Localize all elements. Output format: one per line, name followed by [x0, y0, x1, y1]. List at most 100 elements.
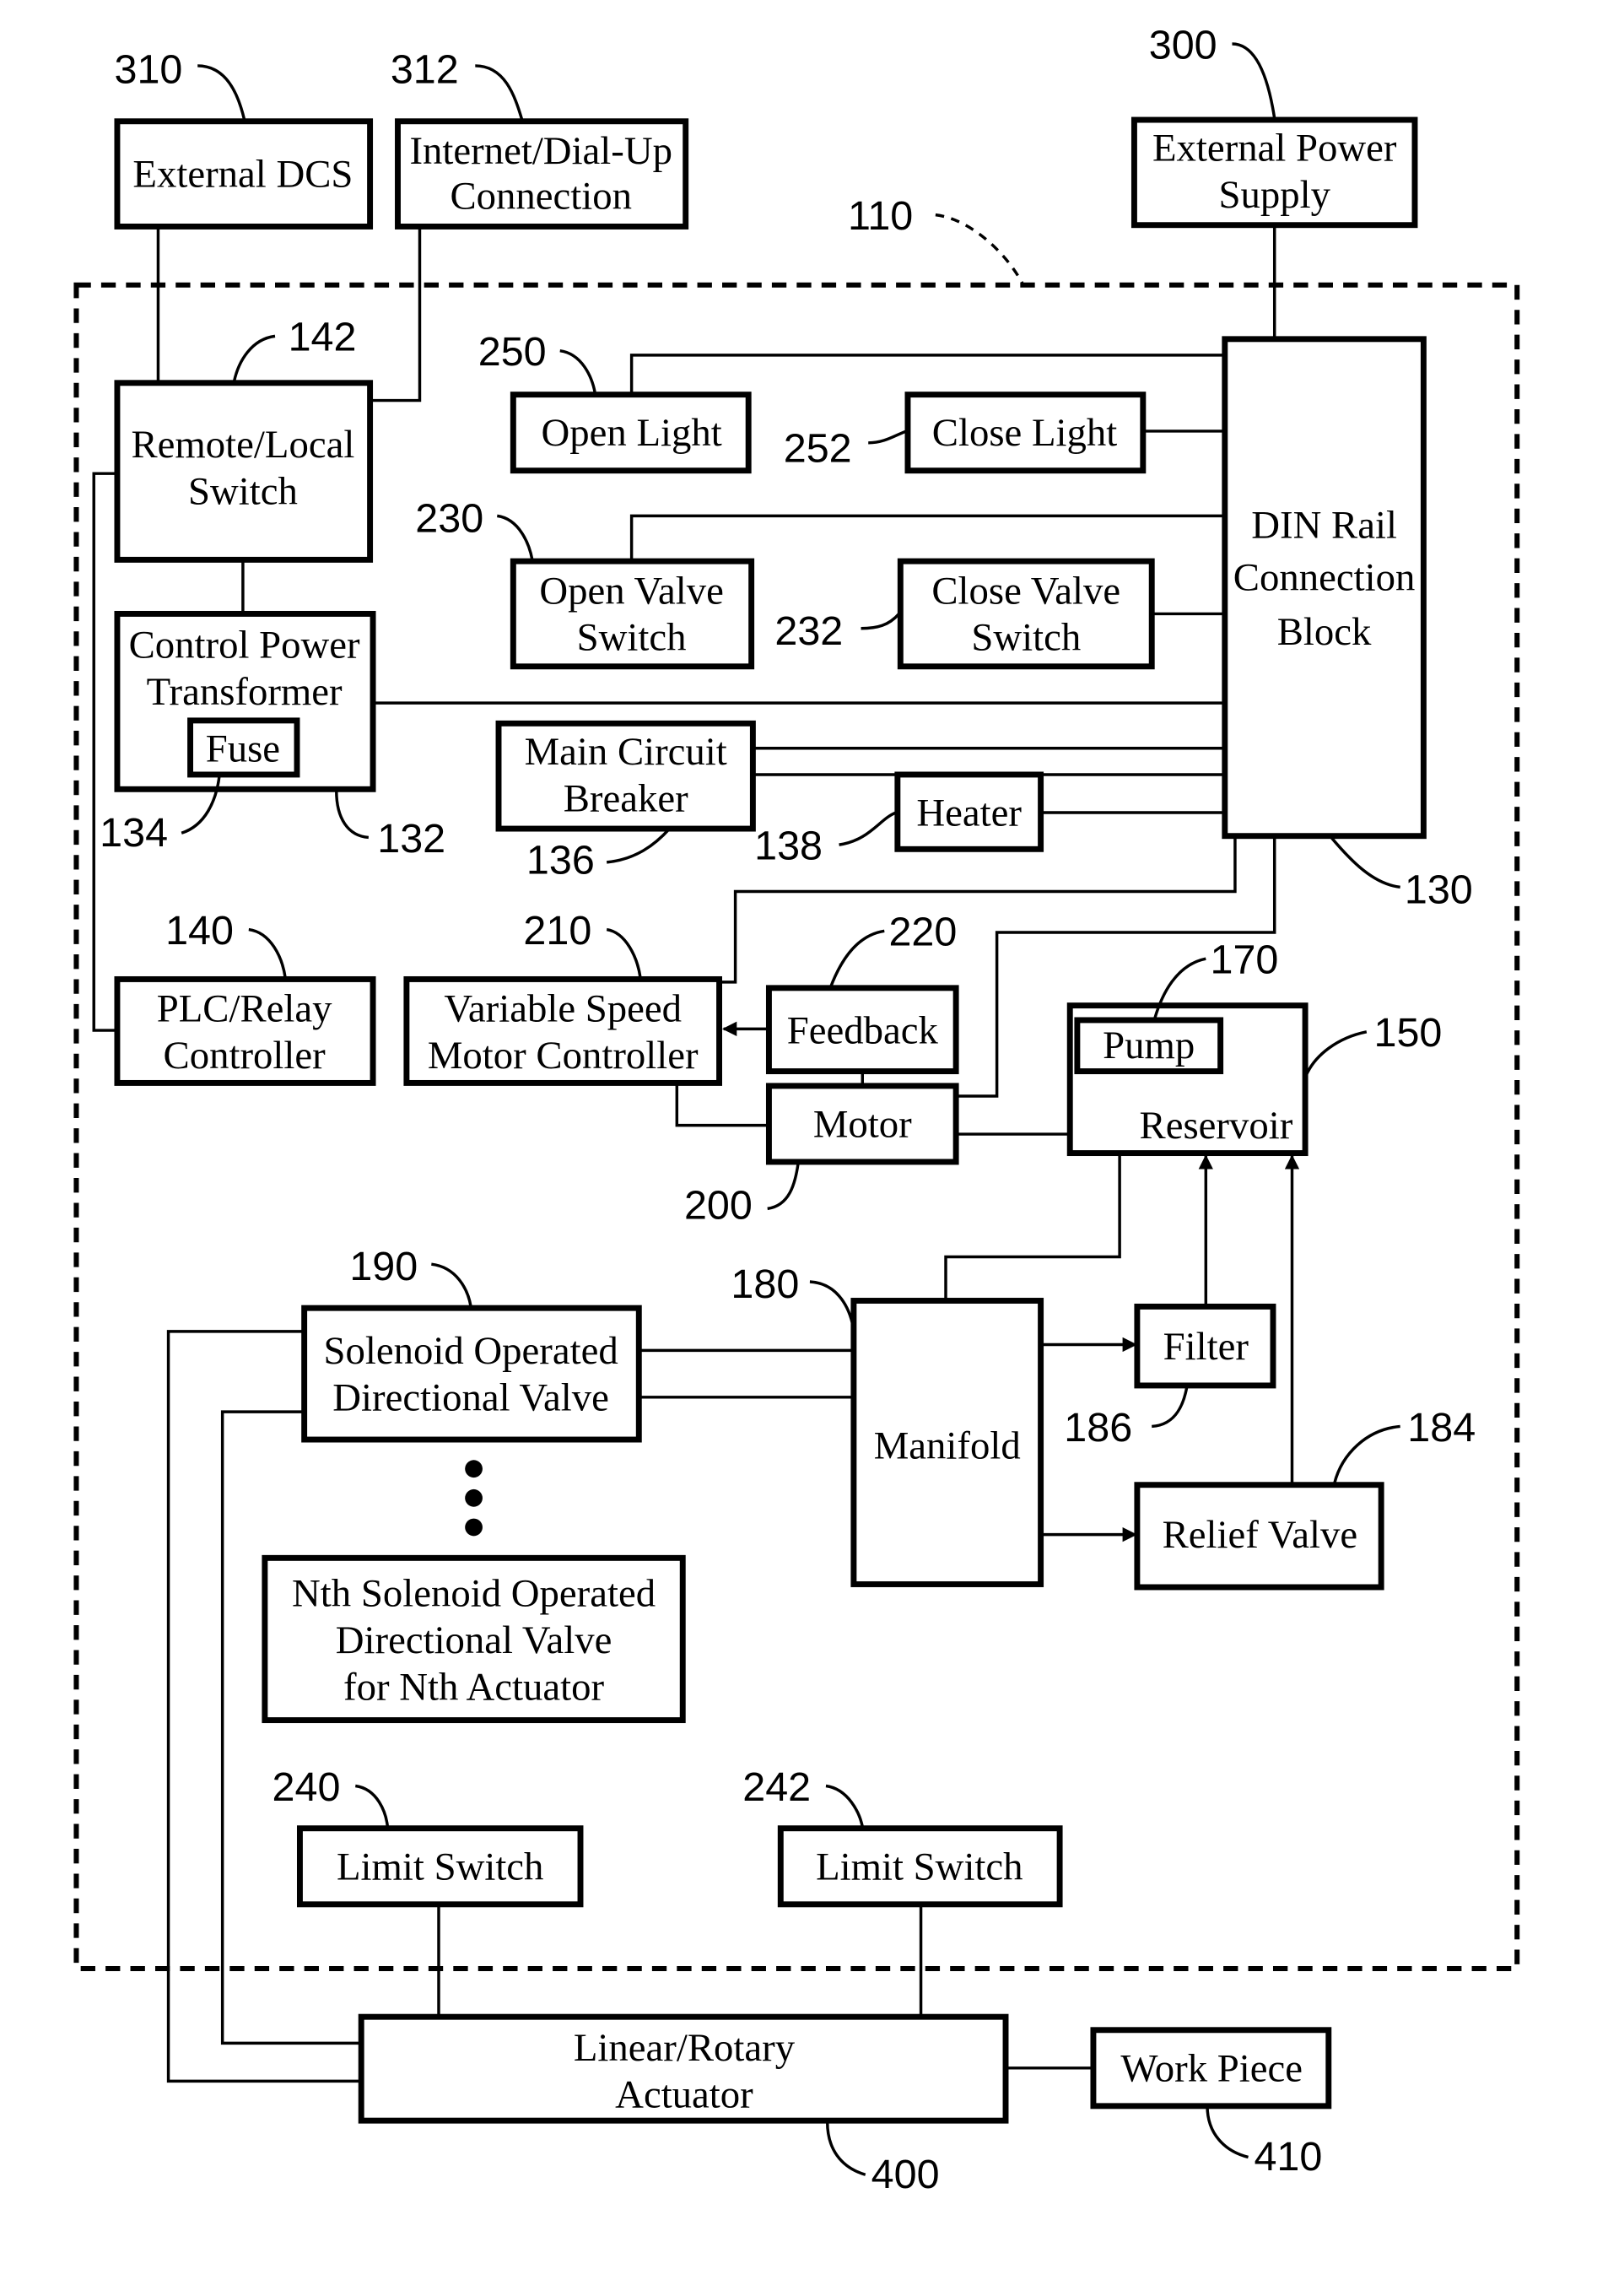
- svg-text:Nth Solenoid Operated: Nth Solenoid Operated: [292, 1571, 656, 1615]
- svg-text:Transformer: Transformer: [147, 670, 343, 714]
- svg-text:150: 150: [1373, 1010, 1442, 1056]
- block-heater: Heater: [894, 771, 1044, 852]
- block-din-rail-connection-block: DIN Rail Connection Block: [1222, 336, 1427, 840]
- system-block-diagram: 110 External DCS Internet/Dial-Up Connec…: [73, 22, 1520, 2197]
- svg-text:310: 310: [114, 47, 182, 93]
- svg-text:138: 138: [754, 823, 823, 868]
- svg-text:Pump: Pump: [1103, 1024, 1195, 1067]
- svg-text:Switch: Switch: [188, 470, 298, 514]
- block-external-dcs: External DCS: [114, 118, 374, 230]
- svg-text:130: 130: [1405, 867, 1473, 912]
- svg-text:Solenoid Operated: Solenoid Operated: [323, 1329, 618, 1373]
- svg-text:Switch: Switch: [577, 616, 687, 660]
- block-solenoid-operated-directional-valve: Solenoid Operated Directional Valve: [301, 1305, 642, 1443]
- svg-text:134: 134: [100, 810, 168, 856]
- svg-text:Supply: Supply: [1218, 173, 1330, 217]
- block-filter: Filter: [1134, 1303, 1276, 1389]
- svg-text:Limit Switch: Limit Switch: [816, 1845, 1023, 1888]
- svg-text:Manifold: Manifold: [874, 1424, 1021, 1468]
- block-plc-relay-controller: PLC/Relay Controller: [114, 975, 376, 1086]
- svg-text:Limit Switch: Limit Switch: [337, 1845, 543, 1888]
- svg-text:Directional Valve: Directional Valve: [332, 1375, 609, 1419]
- block-pump: Pump: [1074, 1017, 1224, 1075]
- svg-text:Relief Valve: Relief Valve: [1163, 1513, 1358, 1557]
- block-open-light: Open Light: [510, 392, 752, 474]
- svg-text:200: 200: [684, 1183, 753, 1229]
- svg-text:Block: Block: [1277, 610, 1372, 654]
- svg-text:186: 186: [1064, 1405, 1132, 1451]
- svg-text:Connection: Connection: [450, 175, 632, 219]
- svg-text:210: 210: [523, 908, 591, 954]
- ref-enclosure: 110: [848, 193, 913, 239]
- svg-text:250: 250: [478, 329, 547, 375]
- block-close-valve-switch: Close Valve Switch: [897, 558, 1155, 670]
- block-remote-local-switch: Remote/Local Switch: [114, 380, 374, 563]
- svg-text:Reservoir: Reservoir: [1140, 1104, 1293, 1148]
- block-limit-switch-240: Limit Switch: [296, 1825, 584, 1908]
- svg-text:Close Light: Close Light: [932, 411, 1117, 455]
- svg-text:Linear/Rotary: Linear/Rotary: [574, 2026, 796, 2070]
- svg-text:184: 184: [1407, 1405, 1476, 1451]
- block-manifold: Manifold: [850, 1298, 1044, 1587]
- svg-text:220: 220: [888, 910, 957, 955]
- svg-text:Variable Speed: Variable Speed: [444, 987, 682, 1031]
- enclosure-leader: [935, 213, 1025, 286]
- svg-text:Connection: Connection: [1233, 556, 1416, 600]
- svg-text:180: 180: [731, 1261, 799, 1307]
- svg-text:242: 242: [742, 1764, 811, 1810]
- svg-text:Feedback: Feedback: [787, 1009, 939, 1053]
- ellipsis-dots: [465, 1460, 483, 1537]
- svg-text:Work Piece: Work Piece: [1120, 2046, 1303, 2090]
- svg-text:142: 142: [289, 315, 357, 360]
- svg-text:Heater: Heater: [916, 791, 1022, 835]
- svg-text:Filter: Filter: [1163, 1325, 1249, 1369]
- svg-text:Directional Valve: Directional Valve: [336, 1618, 612, 1662]
- svg-text:170: 170: [1211, 937, 1279, 983]
- svg-text:312: 312: [391, 47, 459, 93]
- block-main-circuit-breaker: Main Circuit Breaker: [495, 720, 756, 832]
- block-relief-valve: Relief Valve: [1134, 1482, 1384, 1591]
- svg-text:Control Power: Control Power: [129, 623, 360, 667]
- block-open-valve-switch: Open Valve Switch: [510, 558, 755, 670]
- block-feedback: Feedback: [765, 985, 959, 1075]
- svg-text:410: 410: [1254, 2134, 1322, 2180]
- svg-text:External DCS: External DCS: [132, 153, 353, 197]
- svg-text:External Power: External Power: [1152, 127, 1397, 170]
- svg-text:190: 190: [349, 1244, 418, 1289]
- block-external-power-supply: External Power Supply: [1130, 116, 1418, 229]
- svg-text:Main Circuit: Main Circuit: [525, 730, 727, 774]
- block-close-light: Close Light: [904, 392, 1147, 474]
- block-fuse: Fuse: [187, 717, 300, 778]
- svg-text:Close Valve: Close Valve: [931, 569, 1120, 613]
- svg-text:140: 140: [165, 908, 234, 954]
- block-linear-rotary-actuator: Linear/Rotary Actuator: [358, 2013, 1009, 2124]
- svg-text:300: 300: [1149, 22, 1217, 68]
- block-motor: Motor: [765, 1083, 959, 1165]
- svg-text:240: 240: [272, 1764, 341, 1810]
- svg-text:400: 400: [871, 2152, 940, 2197]
- svg-text:Open Light: Open Light: [542, 411, 722, 455]
- svg-text:Internet/Dial-Up: Internet/Dial-Up: [409, 129, 672, 173]
- svg-text:Controller: Controller: [164, 1034, 326, 1078]
- block-nth-solenoid-valve: Nth Solenoid Operated Directional Valve …: [262, 1554, 686, 1724]
- svg-text:Actuator: Actuator: [615, 2073, 753, 2117]
- block-internet-connection: Internet/Dial-Up Connection: [395, 118, 689, 230]
- block-work-piece: Work Piece: [1090, 2027, 1332, 2110]
- svg-text:Open Valve: Open Valve: [539, 569, 724, 613]
- svg-text:DIN Rail: DIN Rail: [1251, 503, 1397, 547]
- block-variable-speed-motor-controller: Variable Speed Motor Controller: [403, 975, 723, 1086]
- svg-text:232: 232: [774, 608, 843, 654]
- svg-text:252: 252: [784, 425, 852, 471]
- svg-text:Remote/Local: Remote/Local: [131, 423, 354, 467]
- svg-text:Breaker: Breaker: [564, 776, 688, 820]
- svg-text:230: 230: [415, 495, 483, 541]
- svg-text:132: 132: [377, 816, 445, 862]
- svg-text:for Nth Actuator: for Nth Actuator: [343, 1665, 604, 1709]
- svg-text:Motor: Motor: [813, 1103, 912, 1147]
- svg-text:Motor Controller: Motor Controller: [428, 1034, 699, 1078]
- svg-text:PLC/Relay: PLC/Relay: [157, 987, 332, 1031]
- svg-text:Fuse: Fuse: [206, 727, 280, 770]
- block-limit-switch-242: Limit Switch: [777, 1825, 1063, 1908]
- svg-text:Switch: Switch: [971, 616, 1081, 660]
- svg-text:136: 136: [526, 838, 595, 883]
